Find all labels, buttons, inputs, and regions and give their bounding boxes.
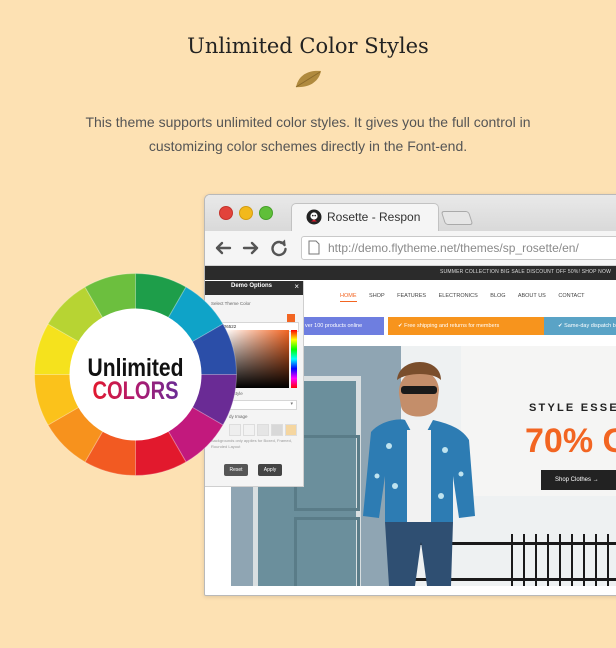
section-title: Unlimited Color Styles — [187, 34, 429, 58]
hero-model — [363, 362, 475, 586]
close-icon[interactable]: × — [294, 282, 299, 291]
browser-tab-bar: Rosette - Respon — [205, 195, 616, 232]
badge-line2: COLORS — [93, 377, 179, 405]
browser-toolbar: http://demo.flytheme.net/themes/sp_roset… — [205, 231, 616, 266]
color-swatch[interactable] — [287, 314, 295, 322]
feature-box-dispatch: ✔ Same-day dispatch b — [544, 317, 616, 335]
promo-strip: SUMMER COLLECTION BIG SALE DISCOUNT OFF … — [205, 266, 616, 280]
maximize-window-button[interactable] — [259, 206, 273, 220]
hero-offer: 70% O — [525, 422, 616, 460]
promo-text: SUMMER COLLECTION BIG SALE DISCOUNT OFF … — [440, 269, 611, 275]
feature-dispatch-label: Same-day dispatch b — [564, 323, 616, 329]
apply-button[interactable]: Apply — [258, 464, 282, 476]
reload-icon[interactable] — [269, 238, 289, 258]
menu-item-home[interactable]: HOME — [340, 293, 357, 302]
forward-arrow-icon[interactable] — [241, 238, 261, 258]
feature-box-products: ver 100 products online — [301, 317, 384, 335]
menu-item-contact[interactable]: CONTACT — [558, 293, 584, 299]
pattern-option[interactable] — [257, 424, 269, 436]
browser-tab[interactable]: Rosette - Respon — [291, 203, 439, 232]
menu-item-about[interactable]: ABOUT US — [518, 293, 546, 299]
color-wheel-badge: Unlimited COLORS — [33, 272, 238, 477]
browser-window: Rosette - Respon http://demo.flytheme.ne… — [204, 194, 616, 596]
favicon-icon — [306, 209, 322, 225]
page-icon — [308, 240, 320, 255]
menu-item-shop[interactable]: SHOP — [369, 293, 385, 299]
leaf-icon — [295, 70, 321, 88]
main-menu: HOME SHOP FEATURES ELECTRONICS BLOG ABOU… — [340, 293, 596, 302]
hue-slider[interactable] — [291, 330, 297, 388]
pattern-option[interactable] — [271, 424, 283, 436]
chevron-down-icon: ▾ — [290, 401, 293, 407]
address-bar[interactable]: http://demo.flytheme.net/themes/sp_roset… — [301, 236, 616, 260]
pattern-option[interactable] — [285, 424, 297, 436]
hero-tagline: STYLE ESSENT — [529, 402, 616, 414]
feature-shipping-label: Free shipping and returns for members — [404, 323, 500, 329]
url-text: http://demo.flytheme.net/themes/sp_roset… — [328, 241, 579, 255]
shop-clothes-button[interactable]: Shop Clothes → — [541, 470, 616, 490]
tab-title: Rosette - Respon — [327, 210, 421, 224]
arrow-right-icon: → — [592, 477, 599, 483]
close-window-button[interactable] — [219, 206, 233, 220]
menu-item-blog[interactable]: BLOG — [490, 293, 505, 299]
pattern-option[interactable] — [243, 424, 255, 436]
website-viewport: SUMMER COLLECTION BIG SALE DISCOUNT OFF … — [205, 266, 616, 595]
back-arrow-icon[interactable] — [213, 238, 233, 258]
section-description: This theme supports unlimited color styl… — [85, 114, 531, 154]
new-tab-button[interactable] — [440, 211, 474, 225]
shop-clothes-label: Shop Clothes — [555, 477, 592, 483]
menu-item-features[interactable]: FEATURES — [397, 293, 426, 299]
menu-item-electronics[interactable]: ELECTRONICS — [439, 293, 478, 299]
minimize-window-button[interactable] — [239, 206, 253, 220]
feature-box-shipping: ✔ Free shipping and returns for members — [388, 317, 546, 335]
